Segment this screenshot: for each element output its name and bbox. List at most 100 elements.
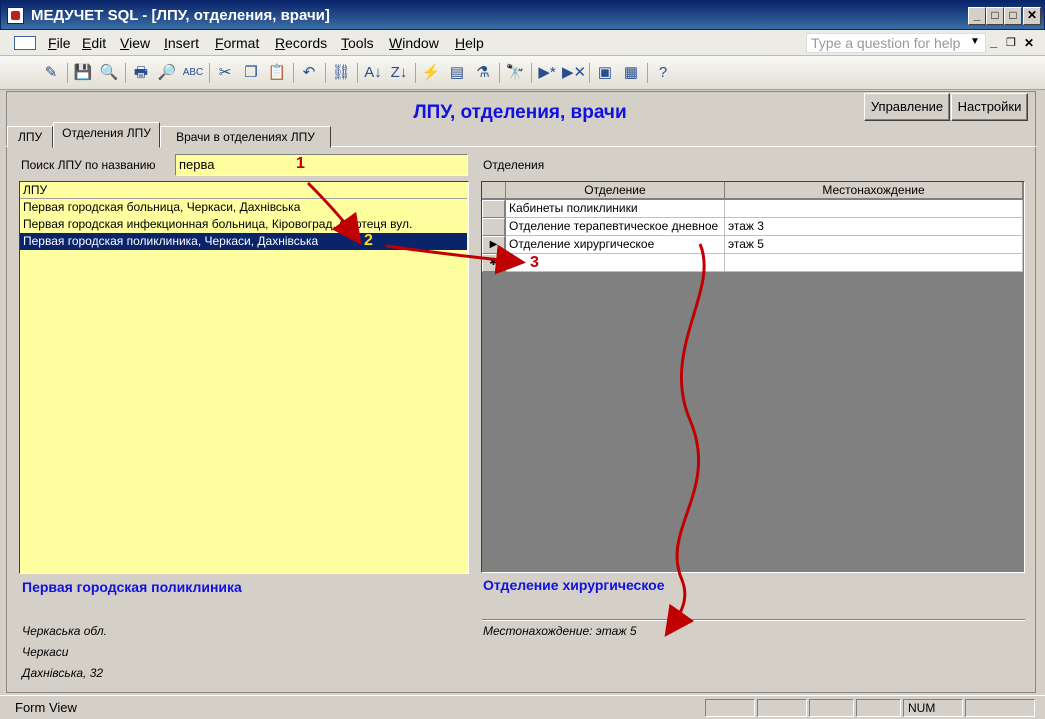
column-header-department[interactable]: Отделение xyxy=(506,182,725,199)
cell-department[interactable]: Отделение терапевтическое дневное xyxy=(506,218,725,236)
sort-ascending-icon[interactable]: A↓ xyxy=(362,62,384,84)
close-button[interactable]: ✕ xyxy=(1023,7,1041,25)
new-record-icon[interactable]: ▶* xyxy=(536,62,558,84)
properties-icon[interactable]: ▣ xyxy=(594,62,616,84)
toolbar-separator xyxy=(415,63,416,83)
design-view-icon[interactable]: ✎ xyxy=(40,62,62,84)
title-bar: МЕДУЧЕТ SQL - [ЛПУ, отделения, врачи] _ … xyxy=(0,0,1045,30)
cell-location[interactable]: этаж 3 xyxy=(725,218,1023,236)
status-num: NUM xyxy=(903,699,963,717)
column-header-location[interactable]: Местонахождение xyxy=(725,182,1023,199)
cell-department[interactable]: Отделение хирургическое xyxy=(506,236,725,254)
menu-window[interactable]: Window xyxy=(389,35,439,51)
menu-records[interactable]: Records xyxy=(275,35,327,51)
menu-view[interactable]: View xyxy=(120,35,150,51)
help-dropdown-icon[interactable]: ▼ xyxy=(970,36,980,47)
cell-new-location[interactable] xyxy=(725,254,1023,272)
restore-button[interactable]: □ xyxy=(986,7,1004,25)
annotation-label-1: 1 xyxy=(296,155,305,172)
menu-edit[interactable]: Edit xyxy=(82,35,106,51)
toolbar-separator xyxy=(589,63,590,83)
divider xyxy=(482,619,1025,621)
apply-filter-icon[interactable]: ⚗ xyxy=(472,62,494,84)
toolbar-separator xyxy=(125,63,126,83)
find-icon[interactable]: 🔭 xyxy=(504,62,526,84)
search-label: Поиск ЛПУ по названию xyxy=(21,158,156,172)
menu-file[interactable]: File xyxy=(48,35,71,51)
lpu-list-header: ЛПУ xyxy=(20,182,467,199)
database-window-icon[interactable]: ▦ xyxy=(620,62,642,84)
status-panel xyxy=(856,699,901,717)
toolbar-separator xyxy=(67,63,68,83)
print-preview-icon[interactable]: 🔎 xyxy=(156,62,178,84)
cell-location[interactable]: этаж 5 xyxy=(725,236,1023,254)
toolbar-separator xyxy=(209,63,210,83)
tab-lpu[interactable]: ЛПУ xyxy=(7,126,53,148)
maximize-button[interactable]: □ xyxy=(1004,7,1022,25)
search-input[interactable]: перва xyxy=(175,154,468,176)
menu-help[interactable]: Help xyxy=(455,35,484,51)
toolbar-separator xyxy=(531,63,532,83)
menu-insert[interactable]: Insert xyxy=(164,35,199,51)
address-street: Дахнівська, 32 xyxy=(22,666,104,680)
cell-location[interactable] xyxy=(725,200,1023,218)
menu-format[interactable]: Format xyxy=(215,35,259,51)
record-selector[interactable] xyxy=(482,218,505,236)
save-icon[interactable]: 💾 xyxy=(72,62,94,84)
form-title: ЛПУ, отделения, врачи xyxy=(413,102,627,123)
help-search-input[interactable]: Type a question for help xyxy=(806,33,986,53)
new-record-icon[interactable]: ✱ xyxy=(482,254,505,272)
status-panel xyxy=(757,699,807,717)
mdi-restore-button[interactable]: ❐ xyxy=(1006,36,1016,49)
window-title: МЕДУЧЕТ SQL - [ЛПУ, отделения, врачи] xyxy=(31,7,330,24)
filter-by-selection-icon[interactable]: ⚡ xyxy=(420,62,442,84)
filter-by-form-icon[interactable]: ▤ xyxy=(446,62,468,84)
manage-button[interactable]: Управление xyxy=(864,93,950,121)
location-text: Местонахождение: этаж 5 xyxy=(483,624,637,638)
hyperlink-icon[interactable]: ⛓ xyxy=(330,62,352,84)
mdi-minimize-button[interactable]: _ xyxy=(990,34,997,49)
spelling-icon[interactable]: ABC xyxy=(182,62,204,84)
cell-department[interactable]: Кабинеты поликлиники xyxy=(506,200,725,218)
status-bar: Form View NUM xyxy=(0,695,1045,719)
list-item[interactable]: Первая городская больница, Черкаси, Дахн… xyxy=(20,199,467,216)
minimize-button[interactable]: _ xyxy=(968,7,986,25)
annotation-label-3: 3 xyxy=(530,254,539,271)
list-item-selected[interactable]: Первая городская поликлиника, Черкаси, Д… xyxy=(20,233,467,250)
print-icon[interactable]: 🖶 xyxy=(130,62,152,84)
search-icon[interactable]: 🔍 xyxy=(98,62,120,84)
record-selector[interactable] xyxy=(482,200,505,218)
current-record-selector-icon[interactable]: ▶ xyxy=(482,236,505,254)
department-name: Отделение хирургическое xyxy=(483,577,665,593)
settings-button[interactable]: Настройки xyxy=(951,93,1028,121)
status-mode: Form View xyxy=(15,700,77,715)
undo-icon[interactable]: ↶ xyxy=(298,62,320,84)
status-panel xyxy=(965,699,1035,717)
app-icon[interactable] xyxy=(7,7,24,24)
toolbar-separator xyxy=(357,63,358,83)
form-menu-icon[interactable] xyxy=(14,36,36,50)
paste-icon[interactable]: 📋 xyxy=(266,62,288,84)
toolbar-separator xyxy=(325,63,326,83)
toolbar-separator xyxy=(293,63,294,83)
datasheet-corner[interactable] xyxy=(482,182,506,199)
departments-label: Отделения xyxy=(483,158,545,172)
sort-descending-icon[interactable]: Z↓ xyxy=(388,62,410,84)
lpu-name: Первая городская поликлиника xyxy=(22,579,242,595)
tab-departments[interactable]: Отделения ЛПУ xyxy=(53,122,160,148)
delete-record-icon[interactable]: ▶✕ xyxy=(562,62,586,84)
toolbar-separator xyxy=(647,63,648,83)
mdi-close-button[interactable]: ✕ xyxy=(1024,36,1034,50)
annotation-label-2: 2 xyxy=(364,232,373,249)
toolbar: ✎ 💾 🔍 🖶 🔎 ABC ✂ ❐ 📋 ↶ ⛓ A↓ Z↓ ⚡ ▤ ⚗ 🔭 ▶* ▶✕ ▣ ▦? xyxy=(0,56,1045,90)
status-panel xyxy=(809,699,854,717)
copy-icon[interactable]: ❐ xyxy=(240,62,262,84)
menu-bar: File Edit View Insert Format Records Too… xyxy=(0,30,1045,56)
list-item[interactable]: Первая городская инфекционная больница, … xyxy=(20,216,467,233)
toolbar-separator xyxy=(499,63,500,83)
tab-doctors[interactable]: Врачи в отделениях ЛПУ xyxy=(160,126,331,148)
status-panel xyxy=(705,699,755,717)
cut-icon[interactable]: ✂ xyxy=(214,62,236,84)
help-icon[interactable]: ? xyxy=(652,62,674,84)
menu-tools[interactable]: Tools xyxy=(341,35,374,51)
